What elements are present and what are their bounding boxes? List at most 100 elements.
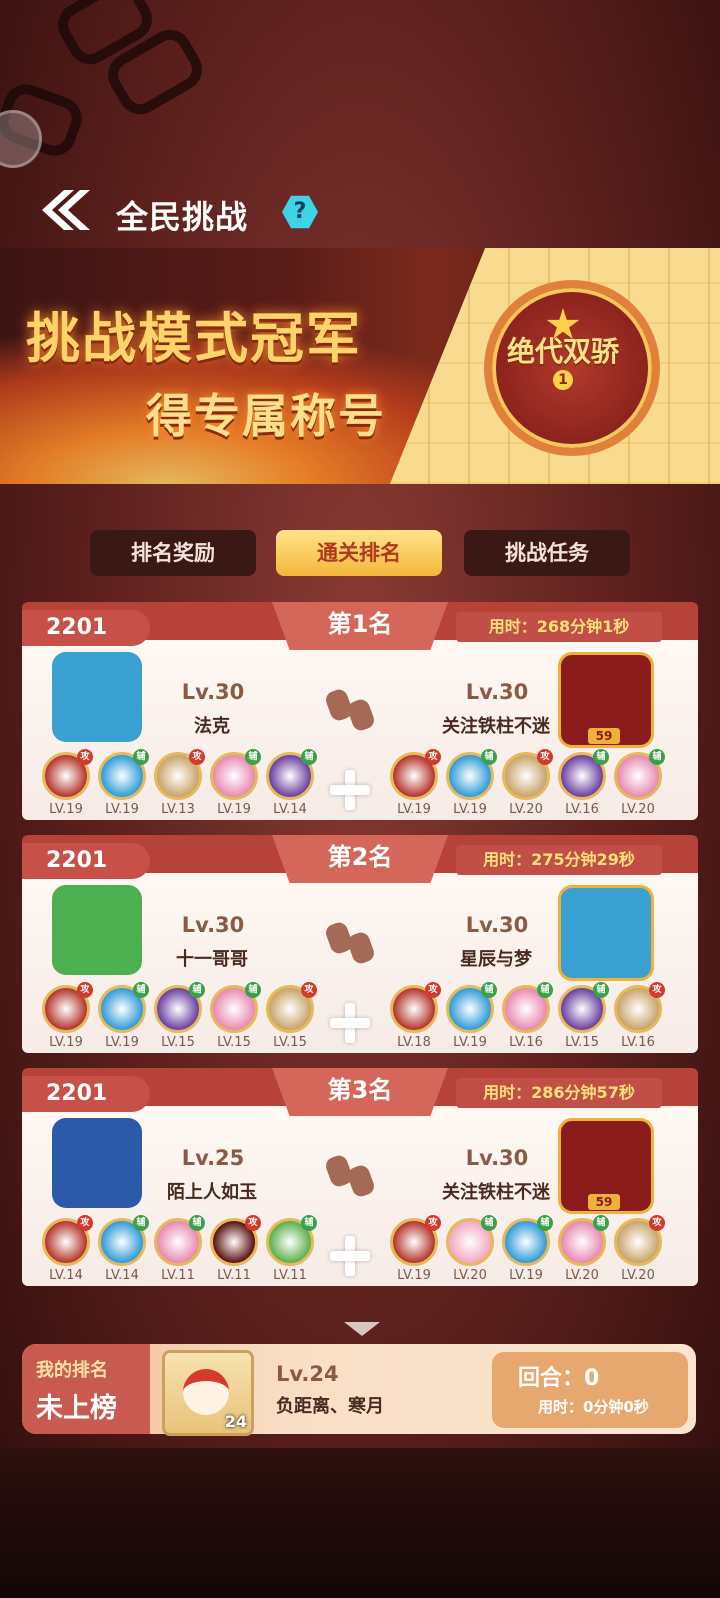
pet-icon[interactable]: 攻	[42, 1215, 93, 1266]
player-avatar[interactable]	[52, 885, 142, 975]
fist-bump-icon	[326, 1155, 374, 1197]
pet-role-tag: 辅	[481, 749, 497, 765]
pet-icon[interactable]: 辅	[210, 982, 261, 1033]
pet-role-tag: 辅	[593, 1215, 609, 1231]
pet-role-tag: 辅	[537, 982, 553, 998]
score-badge: 2201	[22, 1076, 150, 1112]
my-avatar: 24	[162, 1350, 254, 1436]
pet-role-tag: 辅	[593, 982, 609, 998]
score-badge: 2201	[22, 610, 150, 646]
pet-role-tag: 辅	[133, 982, 149, 998]
pet-icon[interactable]: 攻	[390, 1215, 441, 1266]
pet-role-tag: 辅	[245, 982, 261, 998]
player-level: Lv.30	[181, 913, 245, 937]
pet-icon[interactable]: 辅	[446, 982, 497, 1033]
pet-icon[interactable]: 辅	[98, 1215, 149, 1266]
pet-level: LV.19	[49, 1035, 83, 1050]
santa-avatar-icon	[183, 1369, 229, 1415]
pet-icon[interactable]: 辅	[210, 749, 261, 800]
pet-level: LV.11	[273, 1268, 307, 1283]
player-name: 十一哥哥	[176, 949, 248, 970]
pet-icon[interactable]: 攻	[614, 982, 665, 1033]
pet-level: LV.18	[397, 1035, 431, 1050]
player-name: 关注铁柱不迷	[442, 716, 550, 737]
pet-role-tag: 辅	[537, 1215, 553, 1231]
player-level: Lv.30	[181, 680, 245, 704]
player-avatar[interactable]	[52, 652, 142, 742]
pet-level: LV.16	[509, 1035, 543, 1050]
chevron-down-icon[interactable]	[344, 1322, 380, 1336]
pet-icon[interactable]: 辅	[558, 1215, 609, 1266]
pet-icon[interactable]: 辅	[558, 749, 609, 800]
pet-icon[interactable]: 辅	[266, 1215, 317, 1266]
tab-challenge-tasks[interactable]: 挑战任务	[464, 530, 630, 576]
pet-icon[interactable]: 攻	[154, 749, 205, 800]
pet-level: LV.19	[49, 802, 83, 817]
pet-level: LV.15	[161, 1035, 195, 1050]
pet-icon[interactable]: 辅	[502, 982, 553, 1033]
player-level: Lv.25	[181, 1146, 245, 1170]
ranking-card[interactable]: 2201 第2名 用时：275分钟29秒 Lv.30 十一哥哥 Lv.30 星辰与梦攻 LV.…	[22, 835, 698, 1053]
player-name: 星辰与梦	[460, 949, 532, 970]
pet-icon[interactable]: 辅	[98, 982, 149, 1033]
pet-icon[interactable]: 攻	[502, 749, 553, 800]
pet-level: LV.19	[453, 802, 487, 817]
player-level: Lv.30	[465, 913, 529, 937]
banner-subline: 得专属称号	[146, 389, 386, 443]
pet-role-tag: 辅	[189, 1215, 205, 1231]
pet-icon[interactable]: 辅	[558, 982, 609, 1033]
pet-role-tag: 攻	[245, 1215, 261, 1231]
fist-bump-icon	[326, 922, 374, 964]
pet-level: LV.20	[621, 1268, 655, 1283]
pet-icon[interactable]: 攻	[42, 982, 93, 1033]
help-icon[interactable]: ?	[282, 195, 318, 229]
pet-level: LV.20	[509, 802, 543, 817]
pet-icon[interactable]: 辅	[446, 1215, 497, 1266]
pet-level: LV.19	[509, 1268, 543, 1283]
plus-icon	[330, 1003, 370, 1043]
ranking-card[interactable]: 2201 第1名 用时：268分钟1秒 59 Lv.30 法克 Lv.30 关注铁柱不迷攻 LV…	[22, 602, 698, 820]
tab-rank-rewards[interactable]: 排名奖励	[90, 530, 256, 576]
pet-icon[interactable]: 攻	[210, 1215, 261, 1266]
pet-level: LV.11	[217, 1268, 251, 1283]
plus-icon	[330, 1236, 370, 1276]
player-name: 关注铁柱不迷	[442, 1182, 550, 1203]
pet-icon[interactable]: 辅	[502, 1215, 553, 1266]
pet-icon[interactable]: 攻	[42, 749, 93, 800]
ranking-card[interactable]: 2201 第3名 用时：286分钟57秒 59 Lv.25 陌上人如玉 Lv.30 关注铁柱不…	[22, 1068, 698, 1286]
pet-role-tag: 攻	[425, 982, 441, 998]
pet-icon[interactable]: 辅	[266, 749, 317, 800]
my-rank-status: 未上榜	[36, 1393, 117, 1424]
title-name: 绝代双骄	[506, 335, 619, 368]
tab-clear-ranking[interactable]: 通关排名	[276, 530, 442, 576]
pet-icon[interactable]: 攻	[390, 982, 441, 1033]
player-avatar[interactable]	[52, 1118, 142, 1208]
pet-icon[interactable]: 攻	[390, 749, 441, 800]
back-icon[interactable]	[36, 186, 92, 234]
pet-icon[interactable]: 攻	[614, 1215, 665, 1266]
avatar-level-badge: 59	[588, 1194, 620, 1210]
pet-role-tag: 攻	[77, 749, 93, 765]
pet-level: LV.11	[161, 1268, 195, 1283]
rank-label: 第3名	[272, 1068, 448, 1116]
pet-level: LV.19	[105, 1035, 139, 1050]
pet-role-tag: 攻	[301, 982, 317, 998]
my-level: Lv.24	[276, 1362, 339, 1386]
rock-foreground	[0, 1448, 720, 1598]
pet-icon[interactable]: 攻	[266, 982, 317, 1033]
pet-icon[interactable]: 辅	[614, 749, 665, 800]
clear-time: 用时：275分钟29秒	[456, 845, 662, 875]
clear-time: 用时：268分钟1秒	[456, 612, 662, 642]
pet-icon[interactable]: 辅	[98, 749, 149, 800]
pet-icon[interactable]: 辅	[446, 749, 497, 800]
pet-level: LV.19	[397, 802, 431, 817]
pet-icon[interactable]: 辅	[154, 982, 205, 1033]
pet-role-tag: 辅	[649, 749, 665, 765]
pet-icon[interactable]: 辅	[154, 1215, 205, 1266]
pet-level: LV.16	[621, 1035, 655, 1050]
avatar-level-badge: 24	[224, 1412, 247, 1431]
pet-level: LV.20	[621, 802, 655, 817]
pet-level: LV.19	[217, 802, 251, 817]
pet-level: LV.20	[453, 1268, 487, 1283]
pet-level: LV.15	[565, 1035, 599, 1050]
